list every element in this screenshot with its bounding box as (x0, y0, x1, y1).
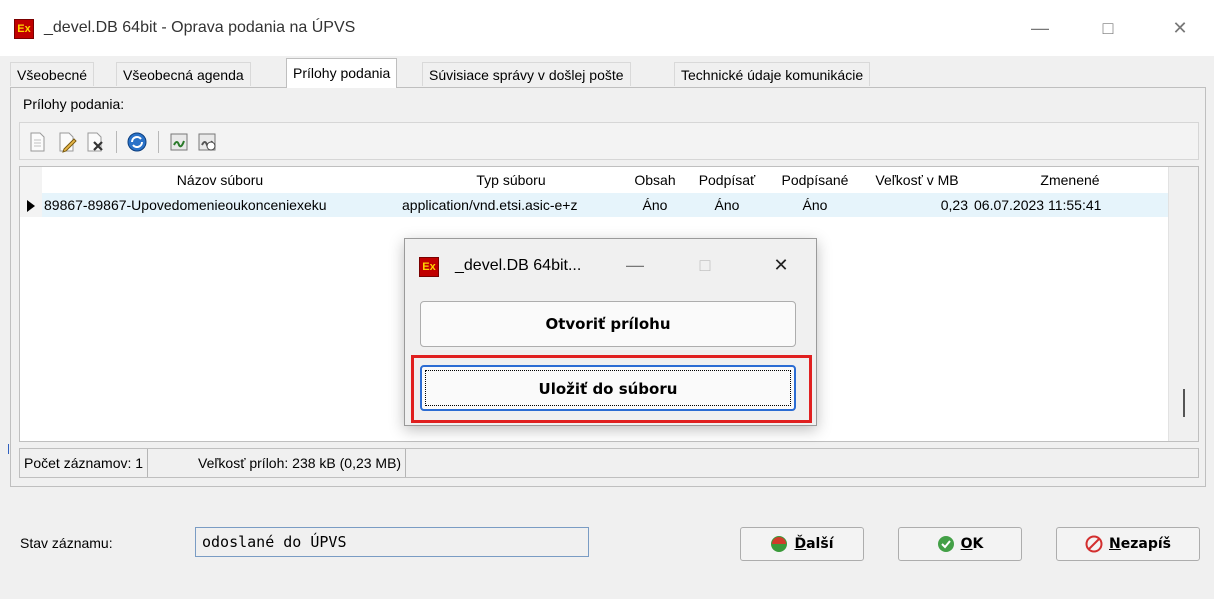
column-header-obsah[interactable]: Obsah (624, 167, 687, 193)
cell-podpisat[interactable]: Áno (686, 193, 768, 217)
dialog-app-icon: Ex (419, 257, 439, 277)
no-entry-icon (1085, 535, 1103, 553)
toolbar-separator (116, 131, 117, 153)
maximize-icon[interactable]: □ (1088, 12, 1128, 44)
cell-typ[interactable]: application/vnd.etsi.asic-e+z (400, 193, 626, 217)
edit-document-icon[interactable] (56, 131, 78, 153)
column-header-typ[interactable]: Typ súboru (398, 167, 625, 193)
open-attachment-button[interactable]: Otvoriť prílohu (420, 301, 796, 347)
next-record-icon (771, 536, 788, 552)
cell-podpisane[interactable]: Áno (768, 193, 862, 217)
refresh-icon[interactable] (126, 131, 148, 153)
sign-icon[interactable] (168, 131, 190, 153)
dialog-title: _devel.DB 64bit... (455, 257, 582, 274)
ok-button[interactable]: OK (898, 527, 1022, 561)
cancel-label: ezapíš (1120, 536, 1171, 552)
window-title: _devel.DB 64bit - Oprava podania na ÚPVS (44, 19, 356, 36)
cell-obsah[interactable]: Áno (624, 193, 686, 217)
dialog-maximize-icon: □ (699, 255, 711, 275)
cancel-accel: N (1109, 536, 1121, 552)
grid-vertical-scrollbar[interactable] (1168, 167, 1198, 441)
attachments-size: Veľkosť príloh: 238 kB (0,23 MB) (194, 449, 407, 477)
dialog-close-icon[interactable]: ✕ (761, 249, 801, 281)
divider (8, 444, 9, 454)
grid-status-bar: Počet záznamov: 1 Veľkosť príloh: 238 kB… (19, 448, 1199, 478)
check-icon (937, 536, 954, 552)
ok-accel: O (960, 536, 973, 552)
close-icon[interactable]: ✕ (1160, 12, 1200, 44)
app-icon: Ex (14, 19, 34, 39)
cancel-button[interactable]: Nezapíš (1056, 527, 1200, 561)
toolbar-separator (158, 131, 159, 153)
tab-technicke-udaje[interactable]: Technické údaje komunikácie (674, 62, 871, 86)
next-accel: Ď (794, 536, 807, 552)
dialog-minimize-icon[interactable]: — (615, 249, 655, 281)
tab-vseobecna-agenda[interactable]: Všeobecná agenda (116, 62, 251, 86)
tab-prilohy-podania[interactable]: Prílohy podania (286, 58, 398, 88)
column-header-zmenene[interactable]: Zmenené (972, 167, 1169, 193)
scrollbar-thumb[interactable] (1183, 389, 1185, 417)
next-label: alší (806, 536, 834, 552)
attachments-toolbar (19, 122, 1199, 160)
column-header-podpisane[interactable]: Podpísané (768, 167, 863, 193)
tab-vseobecne[interactable]: Všeobecné (10, 62, 95, 86)
main-window: Ex _devel.DB 64bit - Oprava podania na Ú… (0, 0, 1214, 599)
ok-label: K (972, 536, 984, 552)
delete-document-icon[interactable] (84, 131, 106, 153)
highlight-annotation (411, 355, 812, 423)
title-bar[interactable]: Ex _devel.DB 64bit - Oprava podania na Ú… (0, 0, 1214, 56)
column-header-velkost[interactable]: Veľkosť v MB (862, 167, 973, 193)
cell-nazov[interactable]: 89867-89867-Upovedomenieoukonceniexeku (42, 193, 402, 217)
next-button[interactable]: Ďalší (740, 527, 864, 561)
column-header-nazov[interactable]: Názov súboru (42, 167, 399, 193)
minimize-icon[interactable]: — (1020, 12, 1060, 44)
new-document-icon[interactable] (26, 131, 48, 153)
record-count: Počet záznamov: 1 (20, 449, 149, 477)
cell-zmenene[interactable]: 06.07.2023 11:55:41 (972, 193, 1170, 217)
column-header-podpisat[interactable]: Podpísať (686, 167, 769, 193)
row-indicator-column (20, 167, 43, 217)
attachment-action-dialog: Ex _devel.DB 64bit... — □ ✕ Otvoriť príl… (404, 238, 817, 426)
cell-velkost[interactable]: 0,23 (862, 193, 972, 217)
verify-signature-icon[interactable] (196, 131, 218, 153)
tab-suvisiace-spravy[interactable]: Súvisiace správy v došlej pošte (422, 62, 631, 86)
group-label: Prílohy podania: (20, 96, 128, 112)
current-row-arrow-icon (27, 200, 35, 212)
record-state-label: Stav záznamu: (20, 535, 113, 551)
record-state-field[interactable]: odoslané do ÚPVS (195, 527, 589, 557)
